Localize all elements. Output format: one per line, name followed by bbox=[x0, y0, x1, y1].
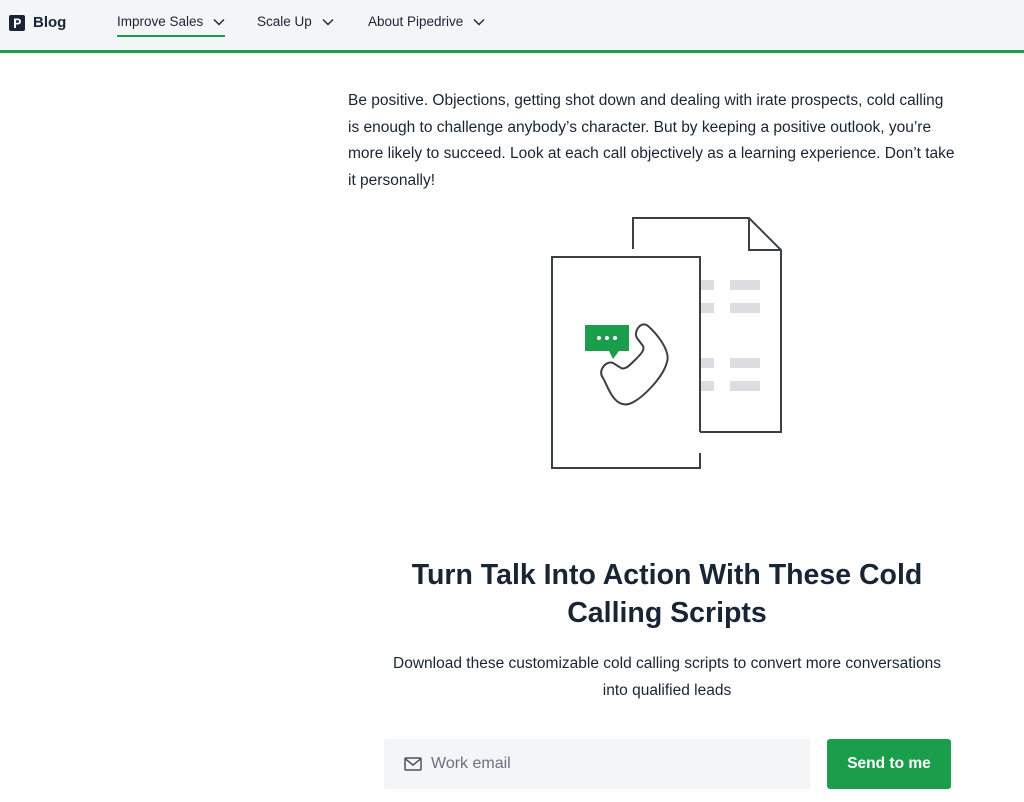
cta-title: Turn Talk Into Action With These Cold Ca… bbox=[411, 559, 923, 629]
nav-scale-up[interactable]: Scale Up bbox=[257, 14, 334, 29]
mail-icon bbox=[404, 757, 422, 771]
pipedrive-logo-icon bbox=[9, 14, 25, 31]
nav-about-pipedrive-label: About Pipedrive bbox=[368, 14, 464, 29]
chevron-down-icon bbox=[473, 18, 485, 25]
chevron-down-icon bbox=[213, 18, 225, 25]
cold-calling-illustration bbox=[551, 217, 782, 469]
nav-improve-sales-label: Improve Sales bbox=[117, 14, 204, 29]
cta-description: Download these customizable cold calling… bbox=[393, 655, 941, 699]
work-email-input[interactable] bbox=[431, 755, 791, 773]
blog-title: Blog bbox=[33, 14, 67, 31]
article-paragraph: Be positive. Objections, getting shot do… bbox=[348, 92, 955, 190]
nav-improve-sales[interactable]: Improve Sales bbox=[117, 14, 226, 37]
blog-logo[interactable]: Blog bbox=[9, 14, 66, 31]
email-field-container[interactable] bbox=[384, 739, 810, 789]
chevron-down-icon bbox=[322, 18, 334, 25]
nav-scale-up-label: Scale Up bbox=[257, 14, 312, 29]
send-to-me-button[interactable]: Send to me bbox=[827, 739, 951, 789]
top-nav-bar: Blog Improve Sales Scale Up About Pipedr… bbox=[0, 0, 1024, 53]
nav-about-pipedrive[interactable]: About Pipedrive bbox=[368, 14, 485, 29]
